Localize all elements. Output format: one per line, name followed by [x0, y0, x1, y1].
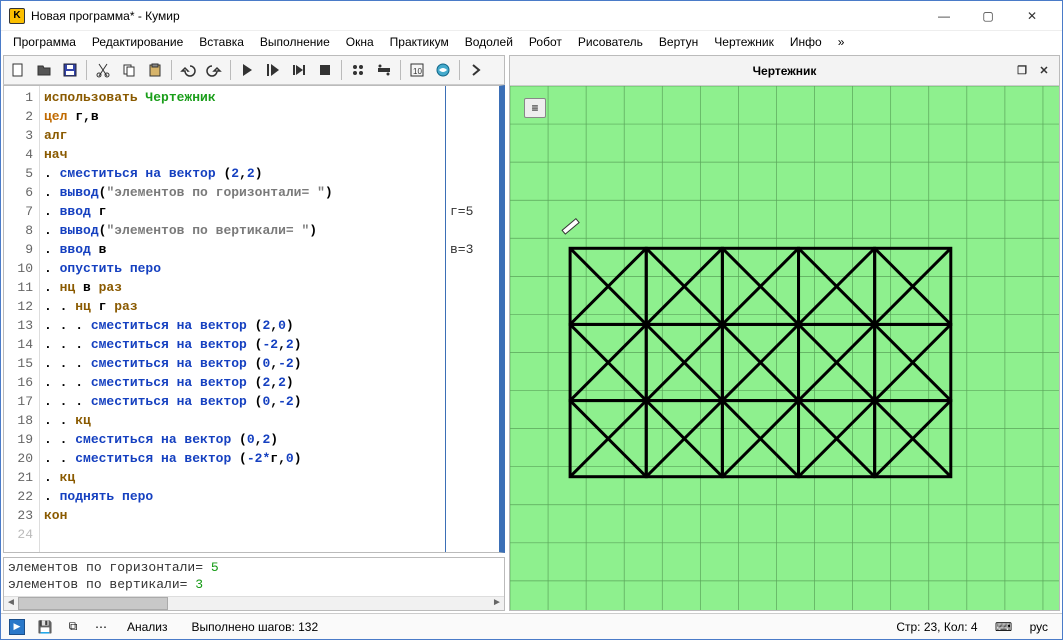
- menu-overflow[interactable]: »: [830, 32, 853, 52]
- actor-panel: Чертежник ❐ ✕ ≡: [509, 55, 1060, 611]
- status-steps: Выполнено шагов: 132: [184, 620, 327, 634]
- stop-button[interactable]: [313, 58, 337, 82]
- paste-button[interactable]: [143, 58, 167, 82]
- robot-field-button[interactable]: [346, 58, 370, 82]
- undo-button[interactable]: [176, 58, 200, 82]
- panel-detach-button[interactable]: ❐: [1013, 61, 1031, 79]
- open-button[interactable]: [32, 58, 56, 82]
- status-save-icon[interactable]: 💾: [35, 617, 55, 637]
- menu-вертун[interactable]: Вертун: [651, 32, 706, 52]
- svg-text:10: 10: [413, 67, 422, 76]
- status-dots-icon[interactable]: ⋯: [91, 617, 111, 637]
- run-button[interactable]: [235, 58, 259, 82]
- menu-практикум[interactable]: Практикум: [382, 32, 457, 52]
- code-area[interactable]: использовать Чертежникцел г,валгнач. сме…: [40, 86, 445, 552]
- status-cursor-pos: Стр: 23, Кол: 4: [888, 620, 985, 634]
- status-run-icon[interactable]: ▶: [7, 617, 27, 637]
- step-over-button[interactable]: [287, 58, 311, 82]
- canvas-svg: [510, 86, 1059, 610]
- code-editor[interactable]: 123456789101112131415161718192021222324 …: [3, 85, 505, 553]
- line-gutter: 123456789101112131415161718192021222324: [4, 86, 40, 552]
- menu-робот[interactable]: Робот: [521, 32, 570, 52]
- menu-инфо[interactable]: Инфо: [782, 32, 830, 52]
- drawing-canvas[interactable]: ≡: [510, 86, 1059, 610]
- menu-вставка[interactable]: Вставка: [191, 32, 252, 52]
- robot-edit-button[interactable]: [372, 58, 396, 82]
- menu-водолей[interactable]: Водолей: [457, 32, 521, 52]
- menu-редактирование[interactable]: Редактирование: [84, 32, 191, 52]
- panel-title: Чертежник: [753, 64, 817, 78]
- console-text[interactable]: элементов по горизонтали= 5элементов по …: [4, 558, 504, 596]
- panel-header: Чертежник ❐ ✕: [510, 56, 1059, 86]
- status-copy-icon[interactable]: ⧉: [63, 617, 83, 637]
- more-button[interactable]: [464, 58, 488, 82]
- menu-рисователь[interactable]: Рисователь: [570, 32, 651, 52]
- value-margin: г=5в=3: [445, 86, 499, 552]
- editor-pane: 10 1234567891011121314151617181920212223…: [3, 55, 505, 611]
- title-bar: K Новая программа* - Кумир ― ▢ ✕: [1, 1, 1062, 31]
- line-numbers-button[interactable]: 10: [405, 58, 429, 82]
- status-analysis: Анализ: [119, 620, 176, 634]
- window-title: Новая программа* - Кумир: [31, 9, 922, 23]
- menu-выполнение[interactable]: Выполнение: [252, 32, 338, 52]
- menu-программа[interactable]: Программа: [5, 32, 84, 52]
- toolbar: 10: [3, 55, 505, 85]
- save-button[interactable]: [58, 58, 82, 82]
- actor-button[interactable]: [431, 58, 455, 82]
- status-keyboard-lang: рус: [1022, 620, 1056, 634]
- copy-button[interactable]: [117, 58, 141, 82]
- minimize-button[interactable]: ―: [922, 2, 966, 30]
- console-scrollbar[interactable]: ◄►: [4, 596, 504, 610]
- app-icon: K: [9, 8, 25, 24]
- menu-окна[interactable]: Окна: [338, 32, 382, 52]
- status-bar: ▶ 💾 ⧉ ⋯ Анализ Выполнено шагов: 132 Стр:…: [1, 613, 1062, 639]
- menu-чертежник[interactable]: Чертежник: [706, 32, 782, 52]
- panel-close-button[interactable]: ✕: [1035, 61, 1053, 79]
- step-button[interactable]: [261, 58, 285, 82]
- maximize-button[interactable]: ▢: [966, 2, 1010, 30]
- close-button[interactable]: ✕: [1010, 2, 1054, 30]
- output-console: элементов по горизонтали= 5элементов по …: [3, 557, 505, 611]
- cut-button[interactable]: [91, 58, 115, 82]
- redo-button[interactable]: [202, 58, 226, 82]
- menu-bar: ПрограммаРедактированиеВставкаВыполнение…: [1, 31, 1062, 53]
- new-button[interactable]: [6, 58, 30, 82]
- keyboard-indicator-icon: ⌨: [994, 617, 1014, 637]
